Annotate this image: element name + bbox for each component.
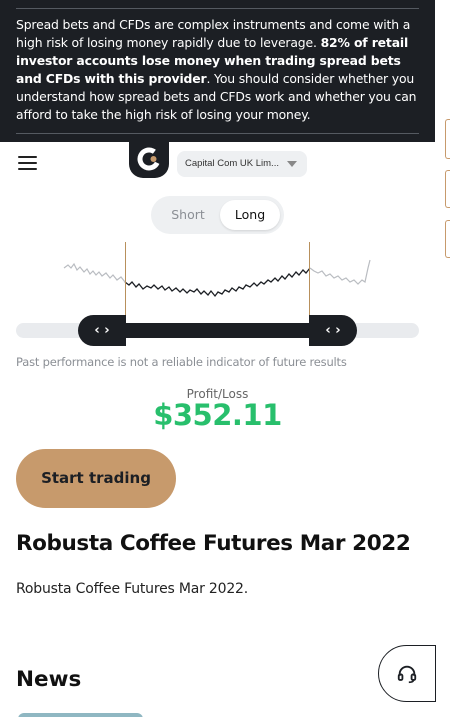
chevron-down-icon bbox=[287, 161, 297, 167]
hamburger-menu-icon[interactable] bbox=[18, 156, 38, 170]
price-history-sparkline bbox=[63, 259, 371, 298]
entity-select[interactable]: Capital Com UK Lim... bbox=[177, 151, 307, 177]
range-handle-left[interactable]: ‹ › bbox=[78, 315, 126, 346]
banner-divider-bottom bbox=[16, 133, 419, 134]
instrument-title: Robusta Coffee Futures Mar 2022 bbox=[16, 531, 411, 556]
side-tab-1[interactable] bbox=[445, 119, 450, 159]
toggle-long[interactable]: Long bbox=[220, 200, 280, 230]
range-handle-right[interactable]: ‹ › bbox=[309, 315, 357, 346]
support-button[interactable] bbox=[378, 645, 436, 702]
risk-warning-banner: Spread bets and CFDs are complex instrum… bbox=[0, 0, 435, 142]
side-tab-3[interactable] bbox=[445, 220, 450, 258]
past-performance-disclaimer: Past performance is not a reliable indic… bbox=[16, 355, 347, 369]
headset-support-icon bbox=[397, 665, 417, 683]
start-trading-button[interactable]: Start trading bbox=[16, 449, 176, 508]
right-rail bbox=[435, 0, 450, 717]
risk-warning-text: Spread bets and CFDs are complex instrum… bbox=[16, 17, 417, 122]
profit-loss-value: $352.11 bbox=[153, 398, 282, 432]
range-end-line bbox=[309, 242, 310, 316]
range-slider-selection bbox=[125, 323, 310, 338]
news-heading: News bbox=[16, 667, 82, 692]
side-tab-2[interactable] bbox=[445, 170, 450, 208]
range-start-line bbox=[125, 242, 126, 316]
capital-com-logo-icon[interactable] bbox=[129, 140, 169, 178]
direction-toggle[interactable]: Short Long bbox=[151, 196, 284, 234]
instrument-description: Robusta Coffee Futures Mar 2022. bbox=[16, 581, 248, 597]
toggle-short[interactable]: Short bbox=[157, 200, 219, 230]
news-thumbnail[interactable] bbox=[18, 713, 143, 717]
banner-divider-top bbox=[16, 8, 419, 9]
